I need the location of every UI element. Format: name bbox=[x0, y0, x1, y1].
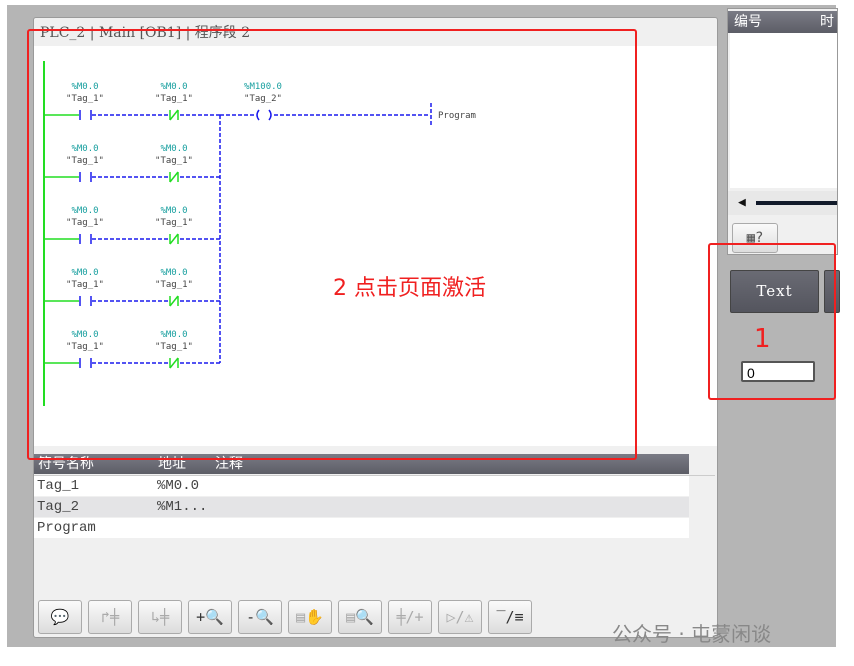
zoom-rect-icon: ▤🔍 bbox=[346, 608, 374, 626]
symbol-address: %M0.0 bbox=[157, 478, 200, 494]
goto-next-icon: ↳╪ bbox=[150, 608, 170, 626]
annotation-box-1 bbox=[708, 243, 836, 400]
comment-button[interactable]: 💬 bbox=[38, 600, 82, 634]
annotation-step2: 2 点击页面激活 bbox=[333, 276, 486, 301]
pan-icon: ▤✋ bbox=[296, 608, 324, 626]
scrollbar-thumb[interactable] bbox=[756, 201, 837, 205]
insert-contact-icon: ╪/+ bbox=[396, 608, 424, 626]
table-row[interactable]: Tag_2 %M1... bbox=[34, 497, 689, 517]
symbol-table: Tag_1 %M0.0 Tag_2 %M1... Program bbox=[34, 475, 715, 596]
symbol-name: Tag_2 bbox=[37, 499, 80, 515]
scroll-left-icon[interactable]: ◀ bbox=[738, 195, 746, 210]
table-row[interactable]: Program bbox=[34, 518, 689, 538]
annotation-step1: 1 bbox=[754, 324, 771, 354]
zoom-out-button[interactable]: -🔍 bbox=[238, 600, 282, 634]
watermark: 公众号 · 屯蒙闲谈 bbox=[612, 622, 772, 646]
annotation-box-2 bbox=[27, 29, 637, 460]
goto-next-button[interactable]: ↳╪ bbox=[138, 600, 182, 634]
insert-contact-button[interactable]: ╪/+ bbox=[388, 600, 432, 634]
alarm-list-header: 编号 时 bbox=[728, 11, 837, 33]
network-comment-button[interactable]: ‾/≡ bbox=[488, 600, 532, 634]
table-row[interactable]: Tag_1 %M0.0 bbox=[34, 476, 689, 496]
status-button[interactable]: ▷/⚠ bbox=[438, 600, 482, 634]
symbol-address: %M1... bbox=[157, 499, 208, 515]
column-number[interactable]: 编号 bbox=[734, 11, 762, 33]
zoom-in-button[interactable]: +🔍 bbox=[188, 600, 232, 634]
zoom-rect-button[interactable]: ▤🔍 bbox=[338, 600, 382, 634]
zoom-out-icon: -🔍 bbox=[246, 608, 274, 626]
alarm-list[interactable] bbox=[730, 33, 837, 188]
comment-icon: 💬 bbox=[50, 608, 70, 626]
goto-previous-button[interactable]: ↱╪ bbox=[88, 600, 132, 634]
status-icon: ▷/⚠ bbox=[446, 608, 474, 626]
horizontal-scrollbar[interactable]: ◀ bbox=[728, 191, 837, 215]
symbol-name: Program bbox=[37, 520, 96, 536]
pan-button[interactable]: ▤✋ bbox=[288, 600, 332, 634]
network-comment-icon: ‾/≡ bbox=[496, 608, 524, 626]
symbol-name: Tag_1 bbox=[37, 478, 80, 494]
column-time[interactable]: 时 bbox=[820, 11, 834, 33]
alarm-panel: 编号 时 ◀ ▦? bbox=[727, 8, 838, 255]
zoom-in-icon: +🔍 bbox=[196, 608, 224, 626]
goto-previous-icon: ↱╪ bbox=[100, 608, 120, 626]
